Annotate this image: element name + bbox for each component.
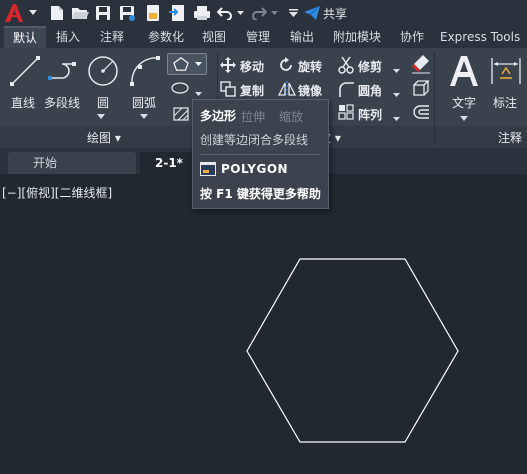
new-file-icon[interactable] [48,3,66,23]
tab-express-tools[interactable]: Express Tools [440,26,527,48]
tab-annotate[interactable]: 注释 [92,26,132,48]
tab-view[interactable]: 视图 [194,26,234,48]
offset-icon[interactable] [412,104,430,120]
mirror-icon[interactable] [278,81,296,97]
undo-icon[interactable] [216,3,234,23]
polygon-tooltip: 多边形 拉伸 缩放 创建等边闭合多段线 POLYGON 按 F1 键获得更多帮助 [192,99,329,209]
rotate-icon[interactable] [278,57,294,73]
open-folder-icon[interactable] [70,3,90,23]
tooltip-help-hint: 按 F1 键获得更多帮助 [200,187,321,201]
tooltip-title: 多边形 [200,109,237,123]
copy-label[interactable]: 复制 [240,82,264,99]
fillet-dropdown-icon[interactable] [393,87,400,101]
ellipse-dropdown-icon[interactable] [195,86,202,100]
draw-panel-title[interactable]: 绘图 ▾ [87,129,121,146]
rotate-label[interactable]: 旋转 [298,58,322,75]
trim-label[interactable]: 修剪 [358,58,382,75]
dimension-label[interactable]: 标注 [493,94,517,111]
explode-icon[interactable] [412,80,430,98]
tab-manage[interactable]: 管理 [238,26,278,48]
quick-access-toolbar: 共享 [0,0,527,26]
copy-icon[interactable] [220,81,236,97]
app-menu-dropdown-icon[interactable] [27,3,39,23]
polyline-label[interactable]: 多段线 [44,94,80,111]
tab-default[interactable]: 默认 [4,26,46,48]
text-icon[interactable] [448,54,480,88]
save-icon[interactable] [94,3,112,23]
share-button[interactable]: 共享 [304,3,354,23]
file-tab-start[interactable]: 开始 [8,152,136,174]
ellipse-tool-icon[interactable] [170,80,190,96]
share-send-icon [304,6,320,20]
polyline-icon[interactable] [46,54,80,88]
array-label[interactable]: 阵列 [358,106,382,123]
drawing-canvas[interactable]: [−][俯视][二维线框] [0,174,527,474]
mirror-label[interactable]: 镜像 [298,82,322,99]
customize-qat-icon[interactable] [287,3,299,23]
web-mobile-icon[interactable] [144,3,162,23]
fillet-label[interactable]: 圆角 [358,82,382,99]
hexagon-drawing[interactable] [0,174,527,474]
text-dropdown-icon[interactable] [460,110,468,124]
file-tab-drawing-label: 2-1* [155,156,183,170]
arc-icon[interactable] [128,54,162,88]
hatch-tool-icon[interactable] [172,106,190,122]
polygon-button-hover[interactable] [167,53,207,75]
plot-icon[interactable] [193,3,211,23]
arc-dropdown-icon[interactable] [140,108,148,122]
circle-dropdown-icon[interactable] [97,108,105,122]
save-as-icon[interactable] [118,3,136,23]
share-label: 共享 [323,6,348,21]
tooltip-behind-scale: 缩放 [279,110,304,124]
erase-icon[interactable] [412,54,430,74]
autocad-logo-icon[interactable] [2,2,26,24]
tab-addins[interactable]: 附加模块 [326,26,388,48]
move-icon[interactable] [220,57,236,73]
ribbon-tabs: 默认 插入 注释 参数化 视图 管理 输出 附加模块 协作 Express To… [0,26,527,48]
array-dropdown-icon[interactable] [393,111,400,125]
trim-dropdown-icon[interactable] [393,63,400,77]
import-icon[interactable] [168,3,186,23]
line-icon[interactable] [8,54,42,88]
tab-collaborate[interactable]: 协作 [392,26,432,48]
text-label[interactable]: 文字 [452,94,476,111]
tooltip-behind-stretch: 拉伸 [241,110,266,124]
trim-icon[interactable] [338,56,354,74]
hexagon-shape[interactable] [246,258,459,443]
annotation-panel-title[interactable]: 注释 [498,129,522,146]
array-icon[interactable] [338,104,354,120]
tooltip-separator [200,154,321,155]
circle-icon[interactable] [86,54,120,88]
file-tab-start-label: 开始 [33,156,58,170]
tab-insert[interactable]: 插入 [48,26,88,48]
tab-output[interactable]: 输出 [282,26,322,48]
undo-dropdown-icon[interactable] [235,3,245,23]
redo-icon[interactable] [250,3,268,23]
command-line-icon [200,162,216,176]
fillet-icon[interactable] [338,81,354,97]
line-label[interactable]: 直线 [11,94,35,111]
tab-parametric[interactable]: 参数化 [140,26,192,48]
move-label[interactable]: 移动 [240,58,264,75]
tooltip-command-name: POLYGON [221,162,289,176]
tooltip-description: 创建等边闭合多段线 [200,133,309,147]
redo-dropdown-icon[interactable] [269,3,279,23]
dimension-icon[interactable] [489,56,523,86]
